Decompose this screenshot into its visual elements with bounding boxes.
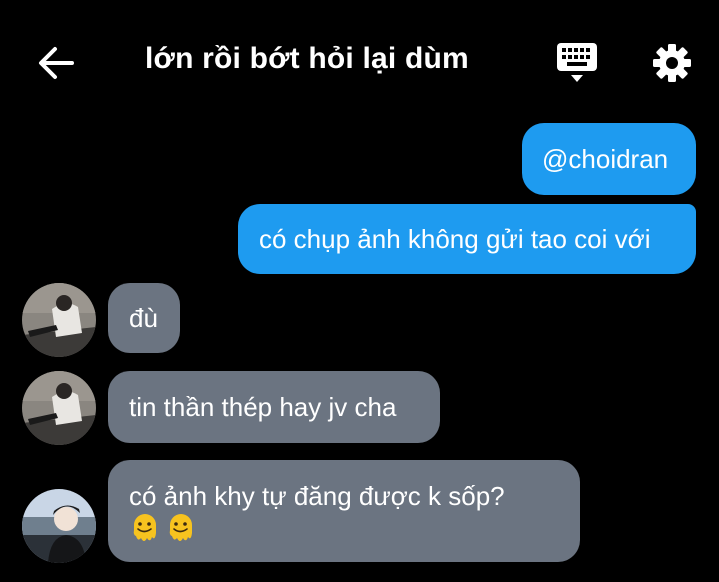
message-bubble-outgoing[interactable]: có chụp ảnh không gửi tao coi với: [238, 204, 696, 274]
back-arrow-icon[interactable]: [38, 46, 74, 80]
message-bubble-incoming[interactable]: tin thần thép hay jv cha: [108, 371, 440, 443]
chat-title: lớn rồi bớt hỏi lại dùm: [145, 42, 469, 75]
chat-header: lớn rồi bớt hỏi lại dùm: [0, 0, 719, 120]
message-bubble-incoming[interactable]: có ảnh khy tự đăng được k sốp?: [108, 460, 580, 562]
message-bubble-incoming[interactable]: đù: [108, 283, 180, 353]
keyboard-icon[interactable]: [556, 42, 598, 84]
message-text: đù: [129, 303, 158, 333]
message-text: có chụp ảnh không gửi tao coi với: [259, 224, 651, 254]
sender-avatar[interactable]: [22, 371, 96, 445]
sender-avatar[interactable]: [22, 283, 96, 357]
message-text: @choidran: [542, 144, 669, 174]
message-text: tin thần thép hay jv cha: [129, 392, 397, 422]
settings-gear-icon[interactable]: [652, 43, 692, 83]
melting-face-icon: [169, 514, 192, 541]
emoji-row: [130, 513, 196, 545]
sender-avatar[interactable]: [22, 489, 96, 563]
melting-face-icon: [133, 514, 156, 541]
message-text: có ảnh khy tự đăng được k sốp?: [129, 481, 505, 511]
message-bubble-outgoing[interactable]: @choidran: [522, 123, 696, 195]
